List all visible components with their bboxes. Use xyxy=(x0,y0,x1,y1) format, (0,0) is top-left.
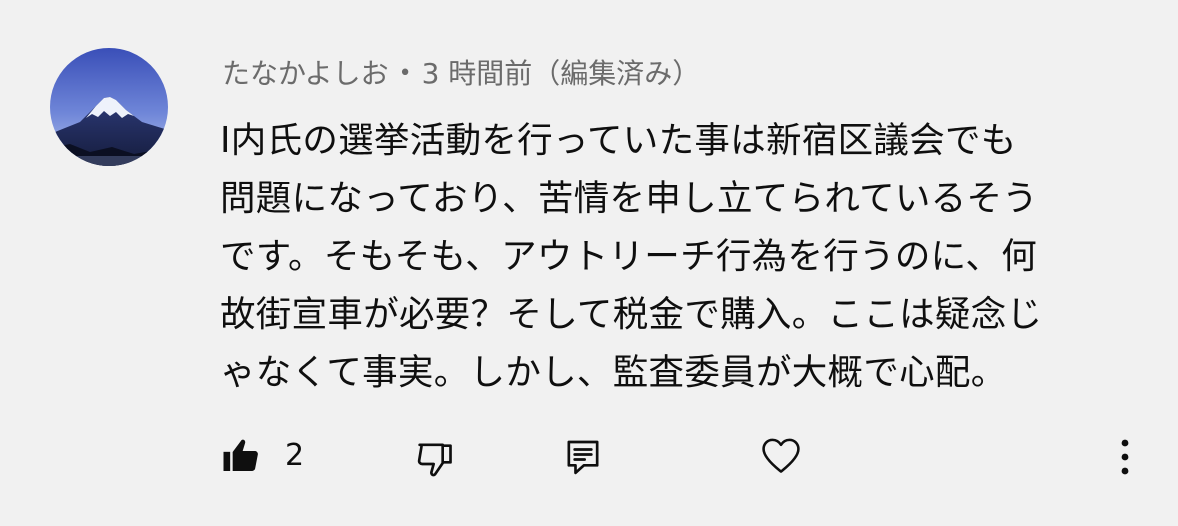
comment-text-line: 故街宣車が必要？そして税金で購入。ここは疑念じ xyxy=(220,294,1043,335)
heart-button[interactable] xyxy=(752,428,810,484)
reply-button[interactable] xyxy=(556,430,610,484)
like-count: 2 xyxy=(285,438,305,473)
comment-card: たなかよしお • 3 時間前（編集済み） I内氏の選挙活動を行っていた事は新宿区議会… xyxy=(0,0,1178,526)
comment-header: たなかよしお • 3 時間前（編集済み） xyxy=(222,56,700,95)
thumbs-up-filled-icon xyxy=(223,439,258,471)
comment-text: I内氏の選挙活動を行っていた事は新宿区議会でも 問題になっており、苦情を申し立て… xyxy=(220,112,1120,402)
comment-text-line: ゃなくて事実。しかし、監査委員が大概で心配。 xyxy=(220,352,1007,393)
comment-text-line: です。そもそも、アウトリーチ行為を行うのに、何 xyxy=(220,236,1038,277)
reply-comment-icon xyxy=(567,440,599,475)
avatar[interactable] xyxy=(50,48,168,166)
thumbs-down-outline-icon xyxy=(417,443,452,477)
like-button[interactable] xyxy=(214,430,268,482)
dislike-button[interactable] xyxy=(408,432,462,486)
more-options-button[interactable] xyxy=(1108,430,1142,484)
meta-separator: • xyxy=(398,61,412,86)
more-vertical-icon xyxy=(1121,439,1129,475)
comment-timestamp[interactable]: 3 時間前（編集済み） xyxy=(422,57,701,90)
author-name[interactable]: たなかよしお xyxy=(222,57,389,90)
comment-text-line: 問題になっており、苦情を申し立てられているそう xyxy=(220,178,1039,219)
heart-outline-icon xyxy=(762,438,800,473)
comment-text-line: I内氏の選挙活動を行っていた事は新宿区議会でも xyxy=(220,120,1017,161)
mount-fuji-avatar-image xyxy=(50,48,168,166)
